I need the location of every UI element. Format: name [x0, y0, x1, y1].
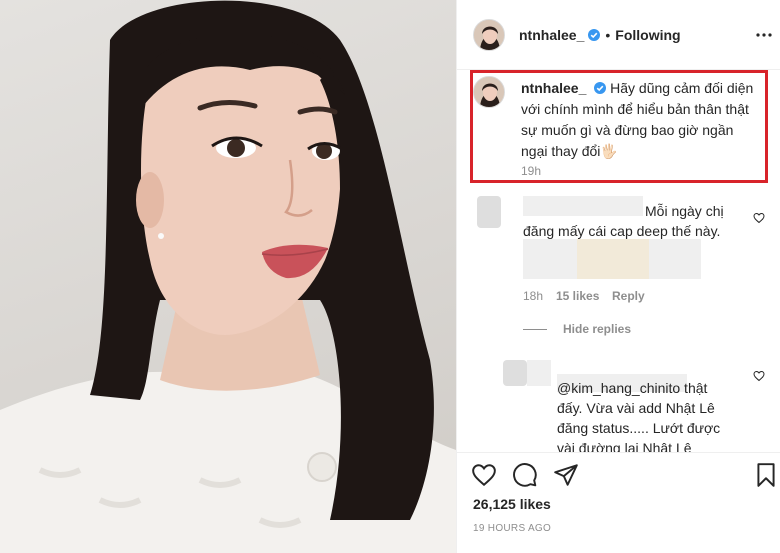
comment-timestamp[interactable]: 18h: [523, 289, 543, 303]
comment-like-count[interactable]: 15 likes: [556, 289, 599, 303]
hide-replies-button[interactable]: Hide replies: [563, 322, 631, 336]
comment-blur-patch: [649, 239, 701, 279]
post-timestamp[interactable]: 19 HOURS AGO: [473, 523, 551, 534]
reply-text: @kim_hang_chinito thật đấy. Vừa vài add …: [557, 380, 721, 456]
reply-button[interactable]: Reply: [612, 289, 645, 303]
reply-avatar-blurred: [527, 360, 551, 386]
verified-badge-icon: [588, 28, 601, 41]
comment-text: Mỗi ngày chị đăng mấy cái cap deep thế n…: [523, 203, 724, 239]
author-username[interactable]: ntnhalee_: [519, 27, 584, 43]
caption-text-block: ntnhalee_ Hãy dũng cảm đối diện với chín…: [521, 78, 761, 162]
post-photo[interactable]: [0, 0, 456, 553]
post-like-count[interactable]: 26,125 likes: [473, 496, 551, 512]
portrait-illustration: [0, 0, 456, 553]
caption-username[interactable]: ntnhalee_: [521, 80, 586, 96]
hide-replies-line: [523, 329, 547, 330]
caption-verified-badge-icon: [594, 82, 607, 94]
comment-blur-patch: [577, 239, 649, 279]
more-options-icon[interactable]: [755, 26, 773, 44]
paper-plane-icon[interactable]: [553, 462, 579, 488]
bookmark-icon[interactable]: [753, 462, 779, 488]
reply-avatar-blurred: [503, 360, 527, 386]
comment-icon[interactable]: [512, 462, 538, 488]
following-button[interactable]: Following: [615, 27, 680, 43]
separator-dot: •: [605, 26, 611, 43]
comment-like-heart-icon[interactable]: [753, 212, 765, 224]
author-avatar[interactable]: [473, 18, 505, 51]
action-bar: 26,125 likes 19 HOURS AGO: [457, 452, 780, 553]
heart-icon[interactable]: [471, 462, 497, 488]
post-details-panel: ntnhalee_ • Following ntnhalee_ Hãy dũng…: [456, 0, 780, 553]
comment-blur-patch: [523, 239, 577, 279]
post-header: ntnhalee_ • Following: [457, 0, 780, 70]
commenter-avatar-blurred: [477, 196, 501, 228]
reply-like-heart-icon[interactable]: [753, 370, 765, 382]
caption-avatar[interactable]: [473, 76, 505, 108]
caption-timestamp[interactable]: 19h: [521, 164, 541, 178]
